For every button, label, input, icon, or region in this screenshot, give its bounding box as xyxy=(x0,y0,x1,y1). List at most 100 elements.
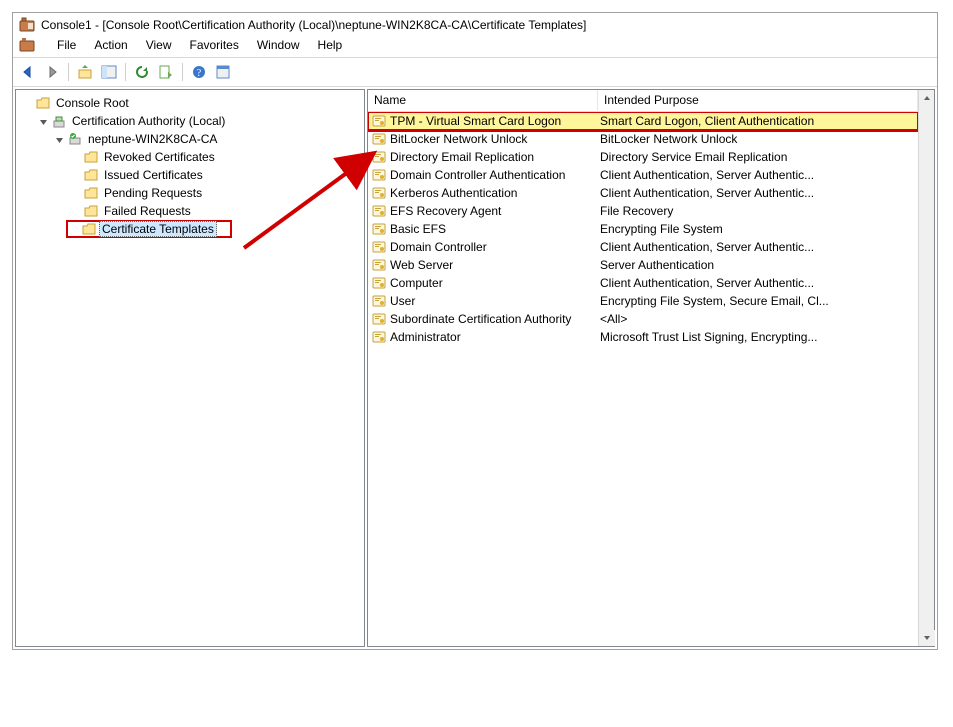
template-name: User xyxy=(390,294,415,308)
template-name: TPM - Virtual Smart Card Logon xyxy=(390,114,561,128)
template-row[interactable]: Domain ControllerClient Authentication, … xyxy=(368,238,918,256)
certificate-template-icon xyxy=(372,258,386,272)
folder-icon xyxy=(84,204,98,218)
menu-favorites[interactable]: Favorites xyxy=(190,38,239,52)
scroll-up-icon[interactable] xyxy=(919,90,934,106)
toolbar: ? xyxy=(13,58,937,87)
tree-issued-certificates[interactable]: Issued Certificates xyxy=(68,166,364,184)
separator xyxy=(68,63,69,81)
mmc-small-icon xyxy=(19,37,35,53)
menu-action[interactable]: Action xyxy=(94,38,127,52)
template-name: Computer xyxy=(390,276,443,290)
tree-label: Console Root xyxy=(53,96,132,110)
tree-label: Pending Requests xyxy=(101,186,205,200)
template-row[interactable]: BitLocker Network Unlock BitLocker Networ… xyxy=(368,130,918,148)
export-list-button[interactable] xyxy=(155,61,177,83)
template-purpose: BitLocker Network Unlock xyxy=(598,132,918,146)
certificate-template-icon xyxy=(372,132,386,146)
window-title: Console1 - [Console Root\Certification A… xyxy=(41,18,586,32)
certificate-template-icon xyxy=(372,276,386,290)
template-name: EFS Recovery Agent xyxy=(390,204,501,218)
template-row[interactable]: Web ServerServer Authentication xyxy=(368,256,918,274)
template-row[interactable]: Basic EFS Encrypting File System xyxy=(368,220,918,238)
tree-label: Issued Certificates xyxy=(101,168,206,182)
column-headers: Name Intended Purpose xyxy=(368,90,918,112)
menu-view[interactable]: View xyxy=(146,38,172,52)
template-row[interactable]: EFS Recovery Agent File Recovery xyxy=(368,202,918,220)
template-purpose: Encrypting File System xyxy=(598,222,918,236)
template-name: Directory Email Replication xyxy=(390,150,534,164)
folder-icon xyxy=(82,222,96,236)
expander-open-icon[interactable] xyxy=(54,134,65,145)
ca-icon xyxy=(52,114,66,128)
expander-open-icon[interactable] xyxy=(38,116,49,127)
show-hide-tree-button[interactable] xyxy=(98,61,120,83)
template-name: Basic EFS xyxy=(390,222,446,236)
title-bar: Console1 - [Console Root\Certification A… xyxy=(13,13,937,35)
separator xyxy=(182,63,183,81)
template-name: Domain Controller Authentication xyxy=(390,168,565,182)
template-row[interactable]: ComputerClient Authentication, Server Au… xyxy=(368,274,918,292)
template-purpose: File Recovery xyxy=(598,204,918,218)
tree-certificate-templates[interactable]: Certificate Templates xyxy=(66,220,232,238)
certificate-template-icon xyxy=(372,150,386,164)
mmc-window: Console1 - [Console Root\Certification A… xyxy=(12,12,938,650)
menu-help[interactable]: Help xyxy=(318,38,343,52)
separator xyxy=(125,63,126,81)
tree-failed-requests[interactable]: Failed Requests xyxy=(68,202,364,220)
menu-file[interactable]: File xyxy=(57,38,76,52)
template-purpose: Client Authentication, Server Authentic.… xyxy=(598,168,918,182)
template-name: Kerberos Authentication xyxy=(390,186,517,200)
tree-pending-requests[interactable]: Pending Requests xyxy=(68,184,364,202)
content: Console Root Certification Authority (Lo… xyxy=(13,87,937,649)
back-button[interactable] xyxy=(17,61,39,83)
template-row[interactable]: Kerberos Authentication Client Authentica… xyxy=(368,184,918,202)
col-header-purpose[interactable]: Intended Purpose xyxy=(598,90,918,112)
console-tree[interactable]: Console Root Certification Authority (Lo… xyxy=(16,94,364,238)
tree-revoked-certificates[interactable]: Revoked Certificates xyxy=(68,148,364,166)
expander-icon[interactable] xyxy=(22,98,33,109)
template-row[interactable]: TPM - Virtual Smart Card Logon Smart Card… xyxy=(368,112,918,130)
tree-console-root[interactable]: Console Root xyxy=(20,94,364,112)
tree-pane: Console Root Certification Authority (Lo… xyxy=(15,89,365,647)
tree-ca-server[interactable]: neptune-WIN2K8CA-CA xyxy=(52,130,364,148)
tree-ca-local[interactable]: Certification Authority (Local) xyxy=(36,112,364,130)
up-button[interactable] xyxy=(74,61,96,83)
template-purpose: Client Authentication, Server Authentic.… xyxy=(598,186,918,200)
scroll-down-icon[interactable] xyxy=(919,630,935,646)
menu-window[interactable]: Window xyxy=(257,38,300,52)
folder-icon xyxy=(84,186,98,200)
template-purpose: Server Authentication xyxy=(598,258,918,272)
template-purpose: Smart Card Logon, Client Authentication xyxy=(598,114,918,128)
vertical-scrollbar[interactable] xyxy=(918,90,934,646)
template-row[interactable]: User Encrypting File System, Secure Email… xyxy=(368,292,918,310)
list-body[interactable]: TPM - Virtual Smart Card Logon Smart Card… xyxy=(368,112,918,646)
certificate-template-icon xyxy=(372,330,386,344)
certificate-template-icon xyxy=(372,114,386,128)
new-window-button[interactable] xyxy=(212,61,234,83)
template-row[interactable]: Directory Email Replication Directory Ser… xyxy=(368,148,918,166)
template-name: BitLocker Network Unlock xyxy=(390,132,527,146)
template-row[interactable]: Subordinate Certification Authority<All> xyxy=(368,310,918,328)
template-row[interactable]: AdministratorMicrosoft Trust List Signin… xyxy=(368,328,918,346)
help-button[interactable]: ? xyxy=(188,61,210,83)
forward-button[interactable] xyxy=(41,61,63,83)
list-pane: Name Intended Purpose TPM - Virtual Smar… xyxy=(367,89,935,647)
mmc-icon xyxy=(19,17,35,33)
template-purpose: Encrypting File System, Secure Email, Cl… xyxy=(598,294,918,308)
col-header-name[interactable]: Name xyxy=(368,90,598,112)
certificate-template-icon xyxy=(372,240,386,254)
svg-text:?: ? xyxy=(197,68,202,79)
tree-label: Certification Authority (Local) xyxy=(69,114,228,128)
menubar: File Action View Favorites Window Help xyxy=(13,35,937,58)
certificate-template-icon xyxy=(372,168,386,182)
template-row[interactable]: Domain Controller Authentication Client A… xyxy=(368,166,918,184)
template-purpose: Client Authentication, Server Authentic.… xyxy=(598,240,918,254)
certificate-template-icon xyxy=(372,204,386,218)
folder-icon xyxy=(84,168,98,182)
tree-label: Revoked Certificates xyxy=(101,150,218,164)
template-purpose: <All> xyxy=(598,312,918,326)
template-purpose: Directory Service Email Replication xyxy=(598,150,918,164)
refresh-button[interactable] xyxy=(131,61,153,83)
tree-label: Certificate Templates xyxy=(99,221,217,237)
